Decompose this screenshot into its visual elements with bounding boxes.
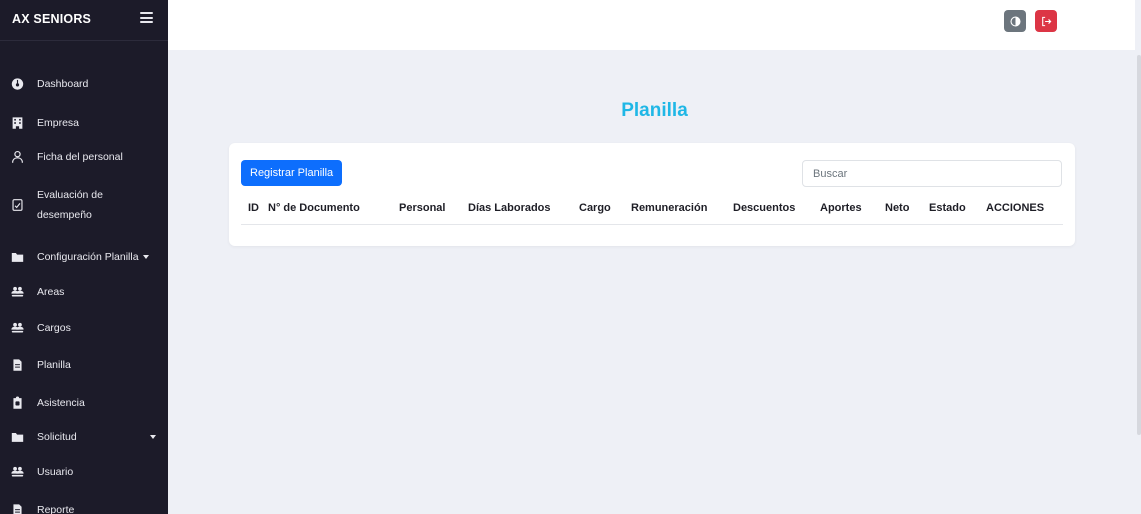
clipboard-icon [11,396,24,410]
sidebar-item-configuracion-planilla[interactable]: Configuración Planilla [0,242,168,272]
menu-toggle-icon[interactable] [140,12,153,23]
caret-down-icon [150,435,156,439]
brand-title: AX SENIORS [12,12,92,26]
column-header-id[interactable]: ID [248,202,259,214]
sidebar-item-label: Cargos [37,322,71,334]
sidebar-item-label: Areas [37,286,65,298]
sidebar-item-label: Ficha del personal [37,151,123,163]
sidebar-item-label: Solicitud [37,431,77,443]
sidebar-item-label: Asistencia [37,397,85,409]
planilla-card: Registrar Planilla ID N° de Documento Pe… [229,143,1075,246]
file-icon [11,504,24,514]
sidebar-item-label: Configuración Planilla [37,251,149,263]
sidebar-item-reporte[interactable]: Reporte [0,495,168,514]
sidebar-item-asistencia[interactable]: Asistencia [0,388,168,418]
evaluation-icon [11,199,24,212]
sidebar-item-label-line2: desempeño [37,209,92,221]
column-header-descuentos[interactable]: Descuentos [733,202,795,214]
column-header-aportes[interactable]: Aportes [820,202,862,214]
register-planilla-button[interactable]: Registrar Planilla [241,160,343,186]
sidebar-item-label-text: Configuración Planilla [37,251,139,263]
sidebar-item-usuario[interactable]: Usuario [0,457,168,487]
column-header-acciones[interactable]: ACCIONES [986,202,1044,214]
building-icon [11,117,24,130]
column-header-neto[interactable]: Neto [885,202,909,214]
top-bar [168,0,1141,50]
folder-icon [11,431,24,444]
sidebar-item-label: Dashboard [37,78,89,90]
column-header-cargo[interactable]: Cargo [579,202,611,214]
sidebar-item-label: Usuario [37,466,74,478]
users-icon [11,322,24,335]
logout-button[interactable] [1035,10,1057,32]
sidebar-item-areas[interactable]: Areas [0,277,168,307]
folder-icon [11,251,24,264]
table-header: ID N° de Documento Personal Días Laborad… [241,194,1063,225]
users-icon [11,286,24,299]
page-title: Planilla [621,100,688,121]
sidebar-item-label-line1: Evaluación de [37,189,103,201]
sidebar-item-cargos[interactable]: Cargos [0,313,168,343]
column-header-personal[interactable]: Personal [399,202,445,214]
users-icon [11,466,24,479]
sidebar-item-label: Evaluación de desempeño [37,185,103,225]
sidebar-item-ficha-personal[interactable]: Ficha del personal [0,142,168,172]
sidebar: AX SENIORS Dashboard Empresa Ficha del p… [0,0,168,514]
page-scrollbar-thumb[interactable] [1137,55,1141,435]
brand-bar: AX SENIORS [0,0,168,41]
sidebar-item-solicitud[interactable]: Solicitud [0,422,168,452]
column-header-dias-laborados[interactable]: Días Laborados [468,202,551,214]
contrast-icon [1009,15,1021,27]
theme-toggle-button[interactable] [1004,10,1026,32]
column-header-documento[interactable]: N° de Documento [268,202,360,214]
sidebar-item-planilla[interactable]: Planilla [0,350,168,380]
user-icon [11,150,24,164]
sidebar-item-label: Reporte [37,504,75,514]
sidebar-item-dashboard[interactable]: Dashboard [0,69,168,99]
sidebar-item-empresa[interactable]: Empresa [0,108,168,138]
caret-down-icon [142,255,149,260]
column-header-estado[interactable]: Estado [929,202,966,214]
sidebar-item-label: Planilla [37,359,71,371]
logout-icon [1041,16,1052,27]
dashboard-icon [11,78,24,91]
file-icon [11,359,24,372]
sidebar-item-evaluacion[interactable]: Evaluación de desempeño [0,183,168,227]
search-input[interactable] [802,160,1062,187]
column-header-remuneracion[interactable]: Remuneración [631,202,707,214]
sidebar-item-label: Empresa [37,117,80,129]
